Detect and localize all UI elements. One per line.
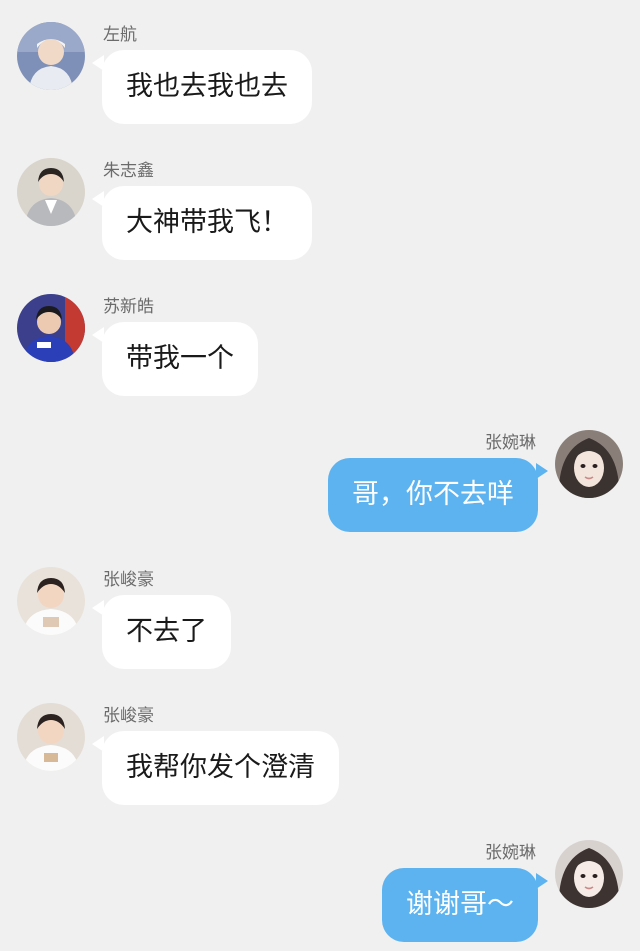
sender-name: 张婉琳 xyxy=(485,433,536,453)
message-bubble[interactable]: 不去了 xyxy=(102,595,231,669)
avatar-photo xyxy=(555,430,623,498)
sender-name: 朱志鑫 xyxy=(103,161,154,181)
avatar[interactable] xyxy=(555,840,623,908)
avatar-photo xyxy=(17,703,85,771)
avatar[interactable] xyxy=(17,294,85,362)
message-bubble[interactable]: 我也去我也去 xyxy=(102,50,312,124)
avatar[interactable] xyxy=(17,22,85,90)
avatar-photo xyxy=(555,840,623,908)
avatar[interactable] xyxy=(17,703,85,771)
message-bubble[interactable]: 大神带我飞！ xyxy=(102,186,312,260)
message-bubble[interactable]: 谢谢哥～ xyxy=(382,868,538,942)
sender-name: 左航 xyxy=(103,25,137,45)
avatar-photo xyxy=(17,567,85,635)
message-bubble[interactable]: 带我一个 xyxy=(102,322,258,396)
message-bubble[interactable]: 哥，你不去咩 xyxy=(328,458,538,532)
sender-name: 张峻豪 xyxy=(103,570,154,590)
sender-name: 张婉琳 xyxy=(485,843,536,863)
sender-name: 苏新皓 xyxy=(103,297,154,317)
avatar-photo xyxy=(17,294,85,362)
message-bubble[interactable]: 我帮你发个澄清 xyxy=(102,731,339,805)
avatar-photo xyxy=(17,158,85,226)
avatar-photo xyxy=(17,22,85,90)
avatar[interactable] xyxy=(17,567,85,635)
avatar[interactable] xyxy=(17,158,85,226)
avatar[interactable] xyxy=(555,430,623,498)
sender-name: 张峻豪 xyxy=(103,706,154,726)
